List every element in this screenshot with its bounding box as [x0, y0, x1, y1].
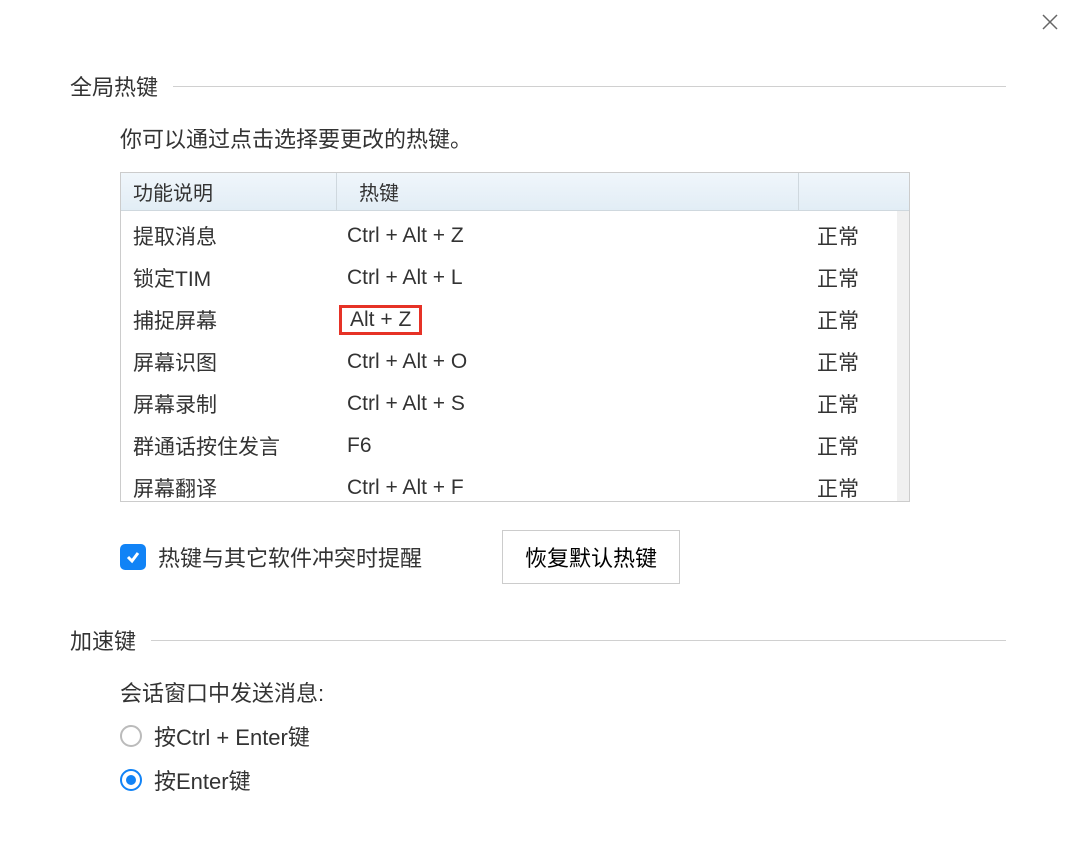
hotkey-status: 正常 — [807, 221, 909, 251]
hotkey-description: 锁定TIM — [121, 263, 337, 293]
hotkey-description: 屏幕识图 — [121, 347, 337, 377]
hotkey-description: 屏幕录制 — [121, 389, 337, 419]
accelerator-title: 加速键 — [70, 624, 136, 656]
hotkey-description: 提取消息 — [121, 221, 337, 251]
radio-label: 按Ctrl + Enter键 — [154, 720, 310, 752]
radio-button[interactable] — [120, 769, 142, 791]
close-button[interactable] — [1040, 12, 1060, 32]
conflict-warning-label: 热键与其它软件冲突时提醒 — [158, 541, 422, 573]
accelerator-section-header: 加速键 — [70, 624, 1006, 656]
hotkey-row[interactable]: 提取消息Ctrl + Alt + Z正常 — [121, 215, 909, 257]
restore-default-button[interactable]: 恢复默认热键 — [502, 530, 680, 584]
global-hotkey-title: 全局热键 — [70, 70, 158, 102]
scrollbar[interactable] — [897, 211, 909, 501]
hotkey-row[interactable]: 屏幕翻译Ctrl + Alt + F正常 — [121, 467, 909, 501]
hotkey-row[interactable]: 屏幕识图Ctrl + Alt + O正常 — [121, 341, 909, 383]
header-hotkey[interactable]: 热键 — [337, 173, 799, 210]
hotkey-status: 正常 — [807, 347, 909, 377]
radio-button[interactable] — [120, 725, 142, 747]
hotkey-description: 屏幕翻译 — [121, 473, 337, 501]
conflict-warning-checkbox-group[interactable]: 热键与其它软件冲突时提醒 — [120, 541, 422, 573]
hotkey-table: 功能说明 热键 提取消息Ctrl + Alt + Z正常锁定TIMCtrl + … — [120, 172, 910, 502]
send-key-radio-item[interactable]: 按Enter键 — [120, 764, 1006, 796]
hotkey-key[interactable]: Ctrl + Alt + Z — [337, 224, 807, 248]
radio-dot-icon — [126, 775, 136, 785]
hotkey-key[interactable]: Ctrl + Alt + F — [337, 476, 807, 500]
hotkey-key[interactable]: F6 — [337, 434, 807, 458]
checkmark-icon — [125, 549, 141, 565]
hotkey-key[interactable]: Alt + Z — [337, 305, 807, 335]
send-key-radio-item[interactable]: 按Ctrl + Enter键 — [120, 720, 1006, 752]
send-message-heading: 会话窗口中发送消息: — [120, 676, 1006, 708]
hotkey-row[interactable]: 屏幕录制Ctrl + Alt + S正常 — [121, 383, 909, 425]
global-hotkey-section-header: 全局热键 — [70, 70, 1006, 102]
divider — [173, 86, 1006, 87]
hotkey-instruction: 你可以通过点击选择要更改的热键。 — [120, 122, 1006, 154]
close-icon — [1041, 13, 1059, 31]
hotkey-description: 捕捉屏幕 — [121, 305, 337, 335]
hotkey-status: 正常 — [807, 431, 909, 461]
conflict-warning-checkbox[interactable] — [120, 544, 146, 570]
divider — [151, 640, 1006, 641]
radio-label: 按Enter键 — [154, 764, 251, 796]
hotkey-row[interactable]: 锁定TIMCtrl + Alt + L正常 — [121, 257, 909, 299]
hotkey-row[interactable]: 捕捉屏幕Alt + Z 正常 — [121, 299, 909, 341]
hotkey-status: 正常 — [807, 305, 909, 335]
highlighted-hotkey: Alt + Z — [339, 305, 422, 335]
hotkey-status: 正常 — [807, 473, 909, 501]
header-description[interactable]: 功能说明 — [121, 173, 337, 210]
hotkey-row[interactable]: 群通话按住发言F6正常 — [121, 425, 909, 467]
hotkey-key[interactable]: Ctrl + Alt + L — [337, 266, 807, 290]
hotkey-key[interactable]: Ctrl + Alt + O — [337, 350, 807, 374]
hotkey-status: 正常 — [807, 389, 909, 419]
hotkey-description: 群通话按住发言 — [121, 431, 337, 461]
hotkey-key[interactable]: Ctrl + Alt + S — [337, 392, 807, 416]
hotkey-table-header: 功能说明 热键 — [121, 173, 909, 211]
hotkey-status: 正常 — [807, 263, 909, 293]
